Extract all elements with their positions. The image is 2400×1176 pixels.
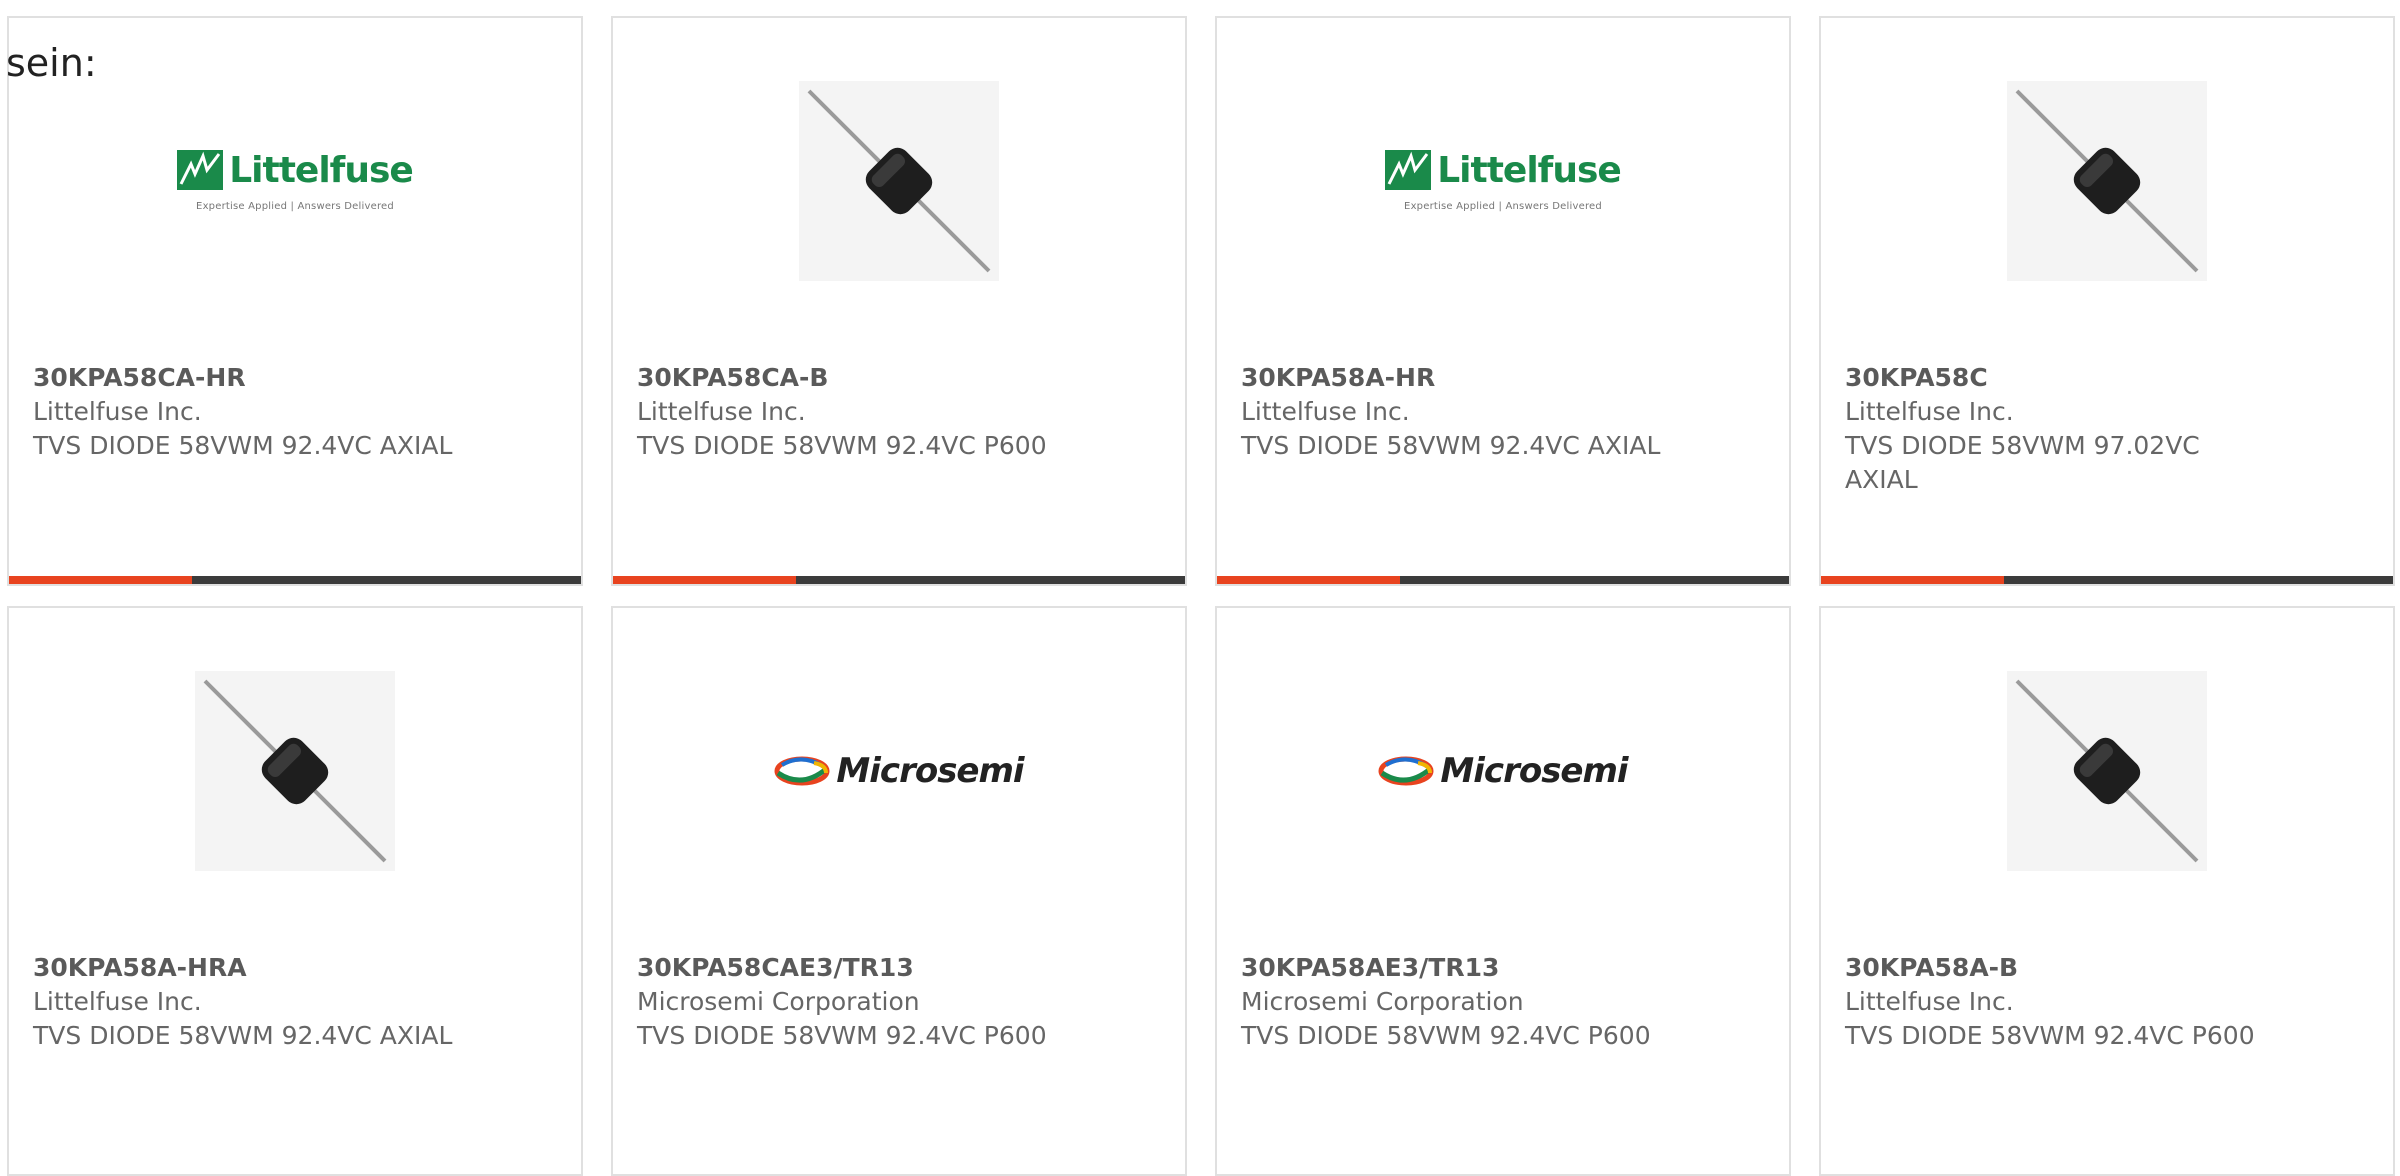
part-number[interactable]: 30KPA58CA-HR [33, 361, 557, 395]
product-grid: Littelfuse Expertise Applied | Answers D… [7, 16, 2400, 1176]
description: TVS DIODE 58VWM 92.4VC AXIAL [33, 431, 453, 460]
card-bar-accent [1217, 576, 1400, 584]
product-image [1821, 78, 2393, 283]
microsemi-wordmark: Microsemi [1440, 750, 1628, 791]
part-number[interactable]: 30KPA58CAE3/TR13 [637, 951, 1161, 985]
diode-icon [2015, 89, 2199, 272]
diode-icon [807, 89, 991, 272]
product-card[interactable]: Microsemi 30KPA58CAE3/TR13 Microsemi Cor… [611, 606, 1187, 1176]
product-image: Microsemi [613, 668, 1185, 873]
littelfuse-mark-icon [1385, 150, 1432, 190]
part-number[interactable]: 30KPA58C [1845, 361, 2253, 395]
product-image: Littelfuse Expertise Applied | Answers D… [1217, 78, 1789, 283]
manufacturer: Littelfuse Inc. [1845, 987, 2014, 1016]
diode-icon [2015, 679, 2199, 862]
part-number[interactable]: 30KPA58CA-B [637, 361, 1161, 395]
diode-photo [799, 80, 999, 281]
microsemi-swirl-icon [774, 756, 830, 785]
description: TVS DIODE 58VWM 92.4VC P600 [637, 431, 1047, 460]
diode-photo [2007, 80, 2207, 281]
card-bar [1821, 576, 2393, 584]
product-card[interactable]: Littelfuse Expertise Applied | Answers D… [7, 16, 583, 586]
product-image [1821, 668, 2393, 873]
microsemi-wordmark: Microsemi [836, 750, 1024, 791]
littelfuse-wordmark: Littelfuse [1437, 149, 1622, 191]
littelfuse-tagline: Expertise Applied | Answers Delivered [1404, 200, 1602, 212]
part-number[interactable]: 30KPA58A-HRA [33, 951, 557, 985]
manufacturer: Microsemi Corporation [1241, 987, 1524, 1016]
product-card[interactable]: Microsemi 30KPA58AE3/TR13 Microsemi Corp… [1215, 606, 1791, 1176]
card-bar-accent [1821, 576, 2004, 584]
product-card[interactable]: 30KPA58C Littelfuse Inc. TVS DIODE 58VWM… [1819, 16, 2395, 586]
manufacturer: Littelfuse Inc. [33, 397, 202, 426]
description: TVS DIODE 58VWM 92.4VC P600 [637, 1021, 1047, 1050]
description: TVS DIODE 58VWM 97.02VC AXIAL [1845, 431, 2200, 494]
card-bar [1217, 576, 1789, 584]
manufacturer: Littelfuse Inc. [1241, 397, 1410, 426]
description: TVS DIODE 58VWM 92.4VC P600 [1845, 1021, 2255, 1050]
littelfuse-logo: Littelfuse Expertise Applied | Answers D… [1385, 149, 1622, 212]
card-bar [613, 576, 1185, 584]
manufacturer: Littelfuse Inc. [637, 397, 806, 426]
product-image: Littelfuse Expertise Applied | Answers D… [9, 78, 581, 283]
product-card[interactable]: 30KPA58A-HRA Littelfuse Inc. TVS DIODE 5… [7, 606, 583, 1176]
littelfuse-mark-icon [177, 150, 224, 190]
littelfuse-tagline: Expertise Applied | Answers Delivered [196, 200, 394, 212]
description: TVS DIODE 58VWM 92.4VC AXIAL [1241, 431, 1661, 460]
card-bar [9, 576, 581, 584]
part-number[interactable]: 30KPA58A-HR [1241, 361, 1765, 395]
microsemi-logo: Microsemi [774, 750, 1025, 791]
microsemi-logo: Microsemi [1378, 750, 1629, 791]
description: TVS DIODE 58VWM 92.4VC AXIAL [33, 1021, 453, 1050]
product-image [613, 78, 1185, 283]
manufacturer: Littelfuse Inc. [33, 987, 202, 1016]
part-number[interactable]: 30KPA58A-B [1845, 951, 2369, 985]
product-card[interactable]: Littelfuse Expertise Applied | Answers D… [1215, 16, 1791, 586]
diode-photo [2007, 670, 2207, 871]
card-bar-accent [9, 576, 192, 584]
littelfuse-wordmark: Littelfuse [229, 149, 414, 191]
littelfuse-logo: Littelfuse Expertise Applied | Answers D… [177, 149, 414, 212]
product-card[interactable]: 30KPA58CA-B Littelfuse Inc. TVS DIODE 58… [611, 16, 1187, 586]
description: TVS DIODE 58VWM 92.4VC P600 [1241, 1021, 1651, 1050]
diode-icon [203, 679, 387, 862]
card-bar-accent [613, 576, 796, 584]
manufacturer: Microsemi Corporation [637, 987, 920, 1016]
product-card[interactable]: 30KPA58A-B Littelfuse Inc. TVS DIODE 58V… [1819, 606, 2395, 1176]
microsemi-swirl-icon [1378, 756, 1434, 785]
part-number[interactable]: 30KPA58AE3/TR13 [1241, 951, 1765, 985]
product-image [9, 668, 581, 873]
product-image: Microsemi [1217, 668, 1789, 873]
manufacturer: Littelfuse Inc. [1845, 397, 2014, 426]
intro-text: sein: [6, 41, 97, 85]
diode-photo [195, 670, 395, 871]
